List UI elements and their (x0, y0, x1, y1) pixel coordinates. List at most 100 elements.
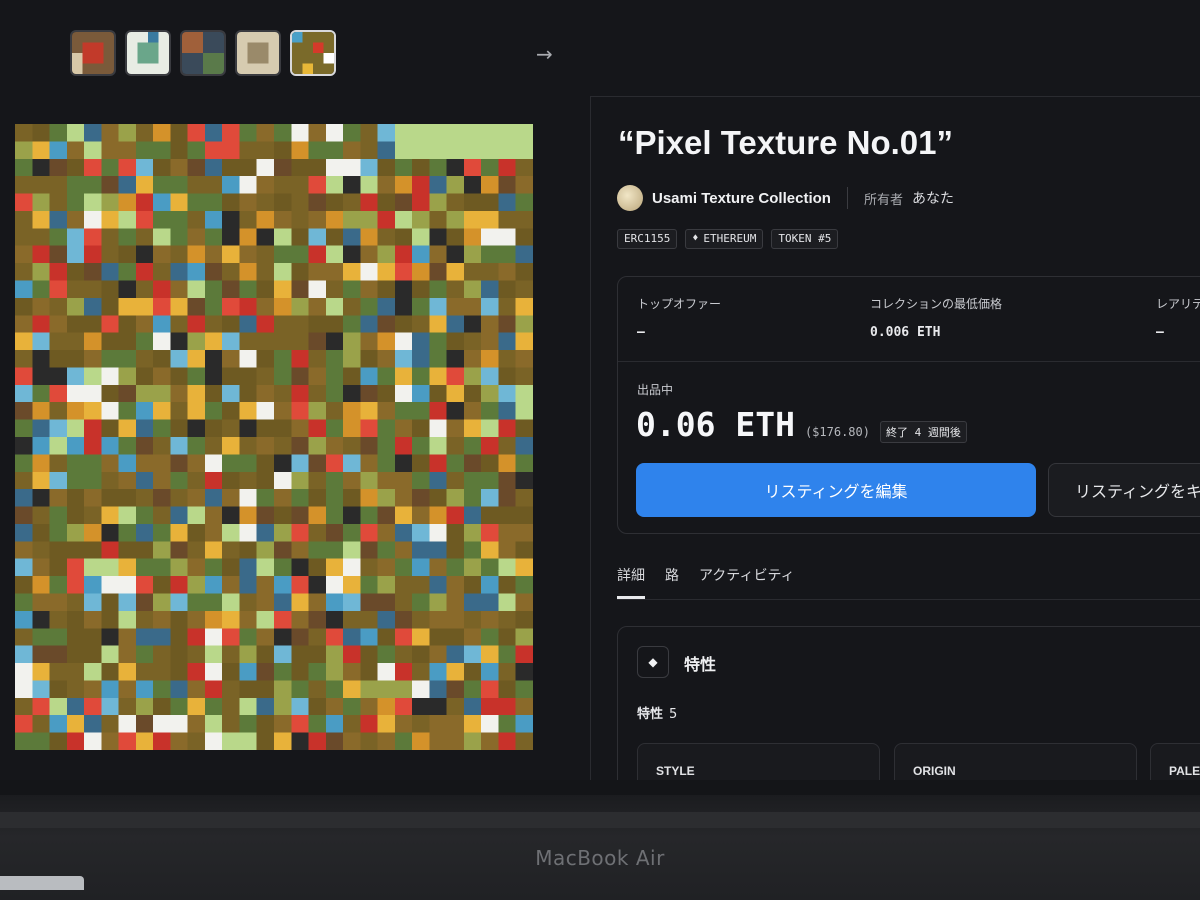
artwork-pixel (222, 124, 240, 142)
artwork-pixel (204, 141, 223, 159)
artwork-pixel (325, 280, 344, 298)
artwork-pixel (222, 437, 240, 455)
artwork-pixel (49, 315, 67, 333)
artwork-pixel (515, 732, 533, 750)
artwork-pixel (135, 663, 154, 681)
artwork-pixel (498, 628, 516, 646)
artwork-pixel (49, 576, 67, 594)
top-offer-stat: トップオファー – (637, 295, 721, 340)
thumbnail-3[interactable] (180, 30, 226, 76)
artwork-pixel (187, 541, 205, 559)
thumbnail-2[interactable] (125, 30, 171, 76)
floor-price-label: コレクションの最低価格 (870, 297, 1003, 311)
artwork-pixel (256, 402, 274, 420)
artwork-pixel (446, 158, 464, 177)
artwork-pixel (101, 419, 119, 437)
artwork-pixel (412, 297, 430, 316)
artwork-pixel (101, 715, 119, 733)
artwork-pixel (170, 315, 188, 333)
artwork-pixel (446, 663, 464, 681)
artwork-pixel (239, 558, 257, 577)
artwork-pixel (325, 697, 344, 716)
artwork-pixel (394, 489, 413, 507)
artwork-pixel (15, 697, 33, 716)
artwork-pixel (412, 576, 430, 594)
artwork-pixel (446, 367, 464, 385)
artwork-pixel (135, 141, 154, 159)
artwork-pixel (256, 506, 274, 524)
artwork-pixel (429, 315, 447, 333)
artwork-pixel (32, 141, 50, 159)
artwork-pixel (15, 715, 33, 733)
artwork-pixel (153, 471, 171, 490)
thumbnail-5-active[interactable] (290, 30, 336, 76)
artwork-pixel (308, 593, 326, 611)
artwork-pixel (325, 419, 344, 437)
artwork-pixel (377, 715, 395, 733)
artwork-pixel (463, 158, 482, 177)
collection-name-link[interactable]: Usami Texture Collection (652, 190, 831, 207)
artwork-pixel (274, 593, 292, 611)
artwork-pixel (394, 158, 413, 177)
artwork-pixel (291, 576, 309, 594)
artwork-pixel (325, 454, 344, 472)
tab-route[interactable]: 路 (665, 565, 679, 599)
artwork-pixel (84, 210, 102, 229)
cancel-listing-button[interactable]: リスティングをキ (1048, 463, 1200, 517)
artwork-pixel (412, 593, 430, 611)
artwork-pixel (274, 350, 292, 368)
artwork-pixel (256, 593, 274, 611)
artwork-pixel (239, 471, 257, 490)
artwork-pixel (360, 210, 378, 229)
artwork-pixel (204, 454, 223, 472)
artwork-pixel (515, 610, 533, 629)
artwork-pixel (274, 158, 292, 177)
artwork-pixel (446, 402, 464, 420)
edit-listing-button[interactable]: リスティングを編集 (636, 463, 1036, 517)
artwork-pixel (222, 176, 240, 194)
artwork-pixel (256, 645, 274, 664)
artwork-pixel (343, 384, 361, 403)
tab-activity[interactable]: アクティビティ (699, 565, 795, 599)
thumbnail-4[interactable] (235, 30, 281, 76)
artwork-pixel (118, 680, 136, 698)
artwork-pixel (32, 315, 50, 333)
artwork-pixel (32, 384, 50, 403)
artwork-pixel (360, 680, 378, 698)
artwork-pixel (135, 680, 154, 698)
artwork-pixel (204, 402, 223, 420)
artwork-pixel (135, 332, 154, 351)
artwork-pixel (446, 506, 464, 524)
artwork-pixel (412, 315, 430, 333)
arrow-right-icon[interactable]: → (536, 42, 553, 66)
artwork-pixel (187, 193, 205, 211)
owner-value[interactable]: あなた (912, 188, 954, 208)
artwork-pixel (204, 228, 223, 246)
artwork-pixel (394, 263, 413, 281)
artwork-pixel (66, 471, 85, 490)
collection-avatar[interactable] (617, 185, 643, 211)
artwork-pixel (412, 228, 430, 246)
artwork-pixel (360, 645, 378, 664)
artwork-pixel (343, 489, 361, 507)
artwork-pixel (204, 158, 223, 177)
artwork-pixel (291, 384, 309, 403)
artwork-pixel (239, 489, 257, 507)
artwork-pixel (15, 610, 33, 629)
artwork-pixel (84, 176, 102, 194)
tab-details[interactable]: 詳細 (617, 565, 645, 599)
artwork-pixel (429, 541, 447, 559)
artwork-pixel (256, 541, 274, 559)
artwork-pixel (343, 523, 361, 542)
artwork-pixel (481, 437, 499, 455)
artwork-pixel (377, 506, 395, 524)
artwork-pixel (291, 628, 309, 646)
artwork-pixel (394, 437, 413, 455)
artwork-pixel (325, 732, 344, 750)
artwork-pixel (481, 697, 499, 716)
artwork-pixel (101, 541, 119, 559)
artwork-pixel (377, 297, 395, 316)
artwork-pixel (446, 471, 464, 490)
artwork-pixel (515, 332, 533, 351)
thumbnail-1[interactable] (70, 30, 116, 76)
